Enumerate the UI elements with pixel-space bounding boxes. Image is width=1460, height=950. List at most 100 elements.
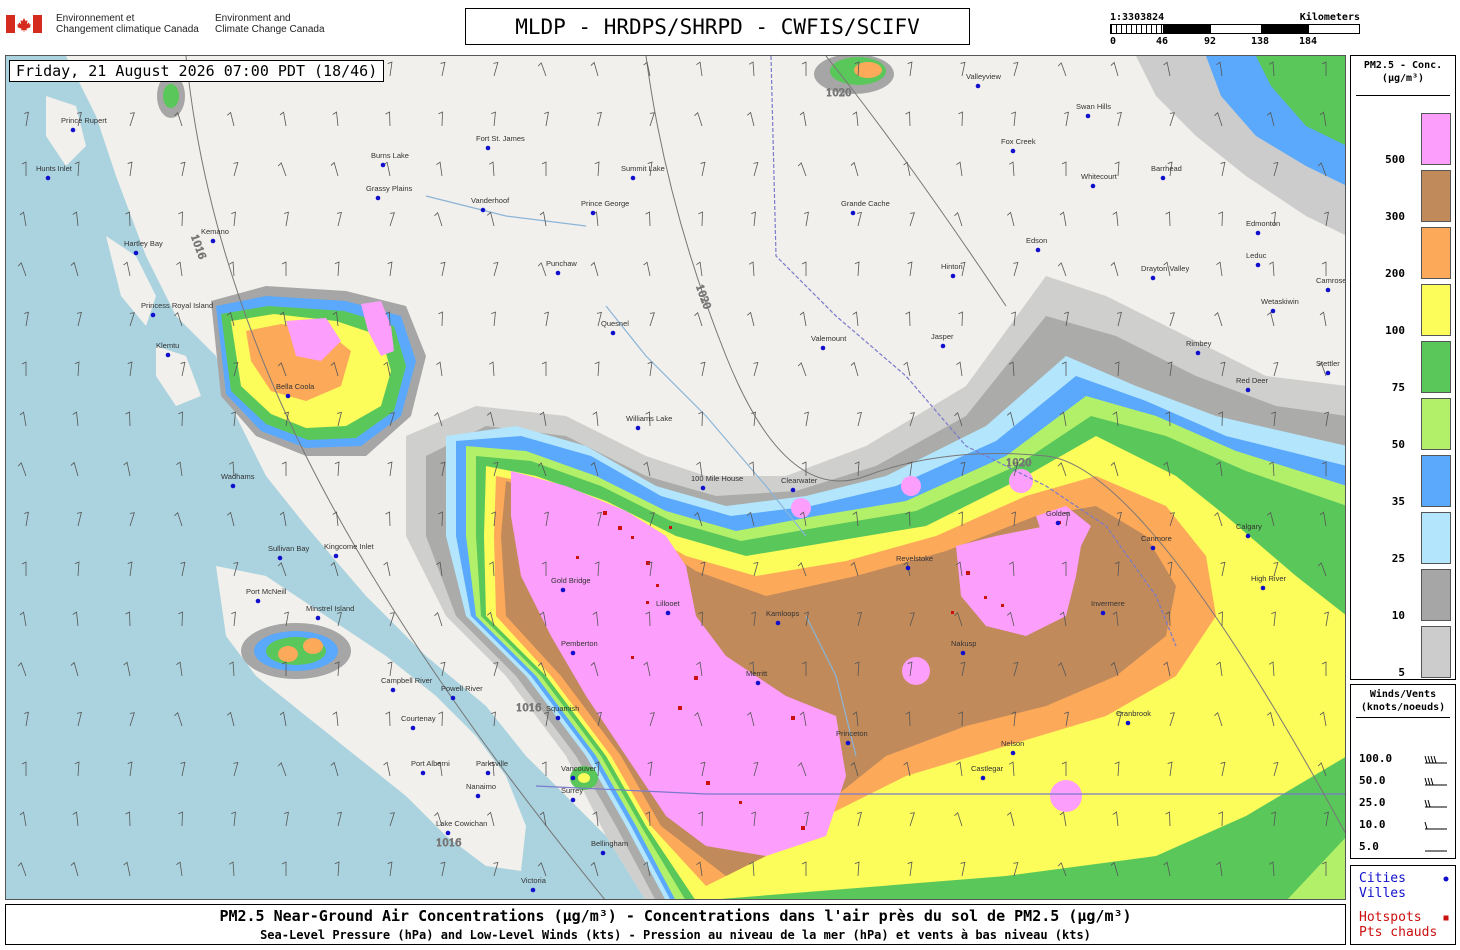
city-marker[interactable] [1085,113,1091,119]
city-marker[interactable] [410,725,416,731]
scale-tick: 92 [1203,36,1217,47]
city-marker[interactable] [1010,750,1016,756]
city-marker[interactable] [1100,610,1106,616]
forecast-date-label: Friday, 21 August 2026 07:00 PDT (18/46) [9,60,385,82]
city-marker[interactable] [590,210,596,216]
city-marker[interactable] [485,145,491,151]
city-marker[interactable] [1325,370,1331,376]
wind-barb [905,311,911,327]
wind-barb [281,461,287,476]
city-marker[interactable] [450,695,456,701]
city-marker[interactable] [665,610,671,616]
wind-barb [1057,262,1067,277]
city-marker[interactable] [1055,520,1061,526]
wind-barb [385,111,391,127]
city-marker[interactable] [1035,247,1041,253]
city-marker[interactable] [1270,308,1276,314]
city-marker[interactable] [45,175,51,181]
wind-barb [544,111,549,127]
city-marker[interactable] [1255,262,1261,268]
wind-barb [389,212,395,227]
legend-swatch [1421,626,1451,678]
city-marker[interactable] [420,770,426,776]
city-marker[interactable] [277,555,283,561]
city-marker[interactable] [940,343,946,349]
isobar-label: 1016 [188,233,207,261]
city-marker[interactable] [165,352,171,358]
city-marker[interactable] [1160,175,1166,181]
city-marker[interactable] [380,162,386,168]
city-marker[interactable] [960,650,966,656]
city-marker[interactable] [1260,585,1266,591]
city-marker[interactable] [445,830,451,836]
city-marker[interactable] [1255,230,1261,236]
city-marker[interactable] [150,312,156,318]
city-marker[interactable] [475,793,481,799]
city-marker[interactable] [375,195,381,201]
wind-barb-icon [1424,821,1447,830]
city-marker[interactable] [820,345,826,351]
city-label: Pemberton [561,639,598,648]
city-marker[interactable] [555,715,561,721]
city-marker[interactable] [905,565,911,571]
city-marker[interactable] [630,175,636,181]
city-marker[interactable] [70,127,76,133]
map-view[interactable]: 1016 1020 1020 1016 1016 1020 Prince Rup… [5,55,1346,900]
wind-barb [956,361,963,377]
map-canvas[interactable]: 1016 1020 1020 1016 1016 1020 Prince Rup… [6,56,1346,900]
city-marker[interactable] [390,687,396,693]
city-marker[interactable] [210,238,216,244]
city-marker[interactable] [1150,275,1156,281]
wind-speed-label: 25.0 [1359,796,1386,809]
legend-swatch [1421,455,1451,507]
city-marker[interactable] [600,850,606,856]
city-marker[interactable] [1010,148,1016,154]
wind-barb [440,61,446,77]
wind-barb [698,211,703,227]
city-marker[interactable] [755,680,761,686]
city-marker[interactable] [610,330,616,336]
wind-barb [801,261,807,276]
city-marker[interactable] [133,250,139,256]
city-marker[interactable] [230,483,236,489]
city-marker[interactable] [315,615,321,621]
wind-barb [539,211,547,227]
city-marker[interactable] [975,83,981,89]
city-marker[interactable] [570,650,576,656]
city-marker[interactable] [570,797,576,803]
city-label: Victoria [521,876,547,885]
scale-tick: 184 [1298,36,1318,47]
wind-barb [537,262,547,277]
city-marker[interactable] [1325,287,1331,293]
city-marker[interactable] [635,425,641,431]
city-label: Invermere [1091,599,1125,608]
city-marker[interactable] [1090,183,1096,189]
wind-speed-label: 100.0 [1359,752,1393,765]
wind-barb [751,211,756,227]
city-marker[interactable] [980,775,986,781]
city-marker[interactable] [950,273,956,279]
city-marker[interactable] [845,740,851,746]
city-marker[interactable] [285,393,291,399]
city-marker[interactable] [560,587,566,593]
city-marker[interactable] [775,620,781,626]
city-marker[interactable] [1150,545,1156,551]
city-marker[interactable] [700,485,706,491]
legend-swatch [1421,341,1451,393]
city-marker[interactable] [530,887,536,893]
city-marker[interactable] [1245,533,1251,539]
city-marker[interactable] [1195,350,1201,356]
city-marker[interactable] [555,270,561,276]
legend-swatch [1421,569,1451,621]
city-marker[interactable] [570,775,576,781]
wind-legend-row: 10.0 [1359,818,1451,832]
city-marker[interactable] [480,207,486,213]
city-marker[interactable] [255,598,261,604]
city-marker[interactable] [790,487,796,493]
wind-barb [905,111,911,127]
city-marker[interactable] [333,553,339,559]
city-marker[interactable] [850,210,856,216]
city-marker[interactable] [1245,387,1251,393]
city-marker[interactable] [1125,720,1131,726]
city-marker[interactable] [485,770,491,776]
